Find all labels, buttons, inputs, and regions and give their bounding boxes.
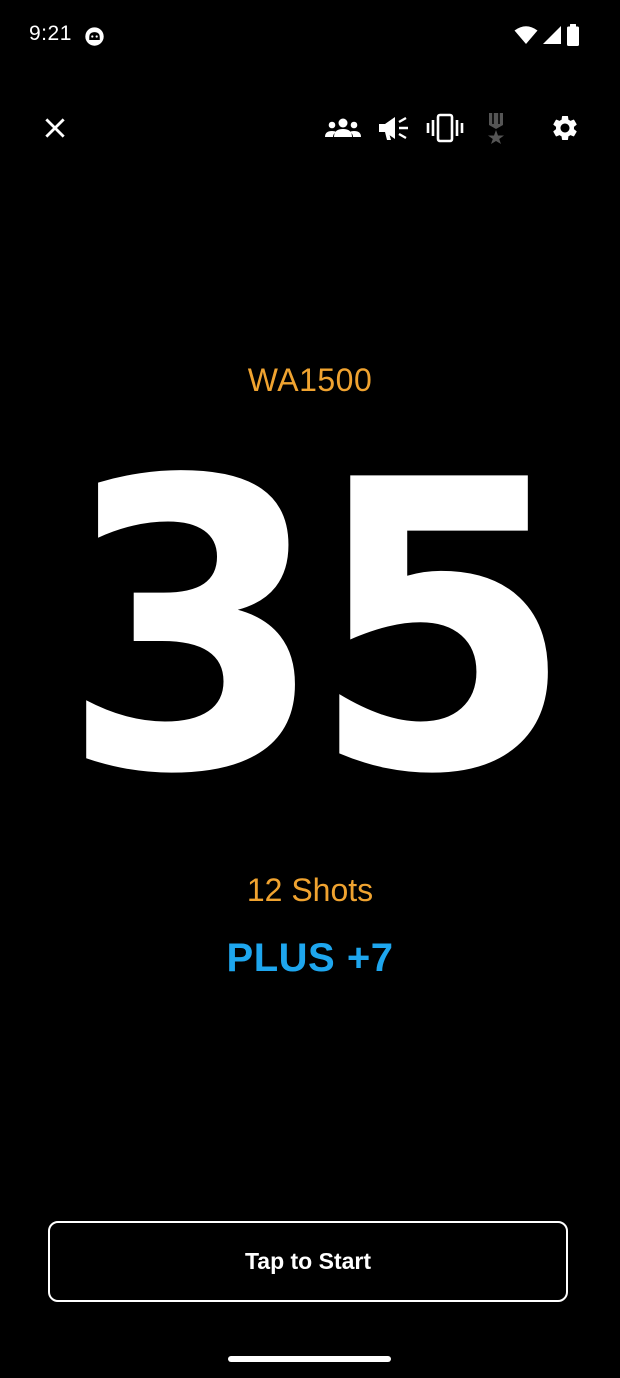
notification-app-icon [84, 26, 105, 47]
settings-button[interactable] [542, 100, 588, 156]
toolbar [0, 100, 620, 156]
group-icon [325, 118, 361, 137]
announce-button[interactable] [372, 100, 416, 156]
home-indicator[interactable] [228, 1356, 391, 1362]
status-bar: 9:21 [0, 0, 620, 76]
profile-name: WA1500 [247, 362, 373, 398]
vibrate-icon [426, 113, 464, 143]
cell-signal-icon [542, 25, 562, 50]
score-value: 35 [60, 397, 575, 862]
status-time: 9:21 [29, 22, 72, 45]
vibrate-button[interactable] [422, 100, 468, 156]
shots-count: 12 Shots [246, 872, 374, 908]
wifi-icon [514, 25, 538, 50]
close-button[interactable] [30, 100, 80, 156]
tap-to-start-label: Tap to Start [244, 1248, 372, 1274]
announce-icon [379, 116, 408, 140]
status-icons [514, 23, 580, 51]
battery-icon [566, 23, 580, 51]
plus-score: PLUS +7 [226, 936, 394, 980]
medal-icon [488, 113, 504, 144]
settings-icon [553, 116, 577, 140]
medal-button[interactable] [476, 100, 516, 156]
tap-to-start-button[interactable]: Tap to Start [48, 1221, 568, 1302]
group-button[interactable] [320, 100, 366, 156]
close-icon [45, 118, 65, 138]
